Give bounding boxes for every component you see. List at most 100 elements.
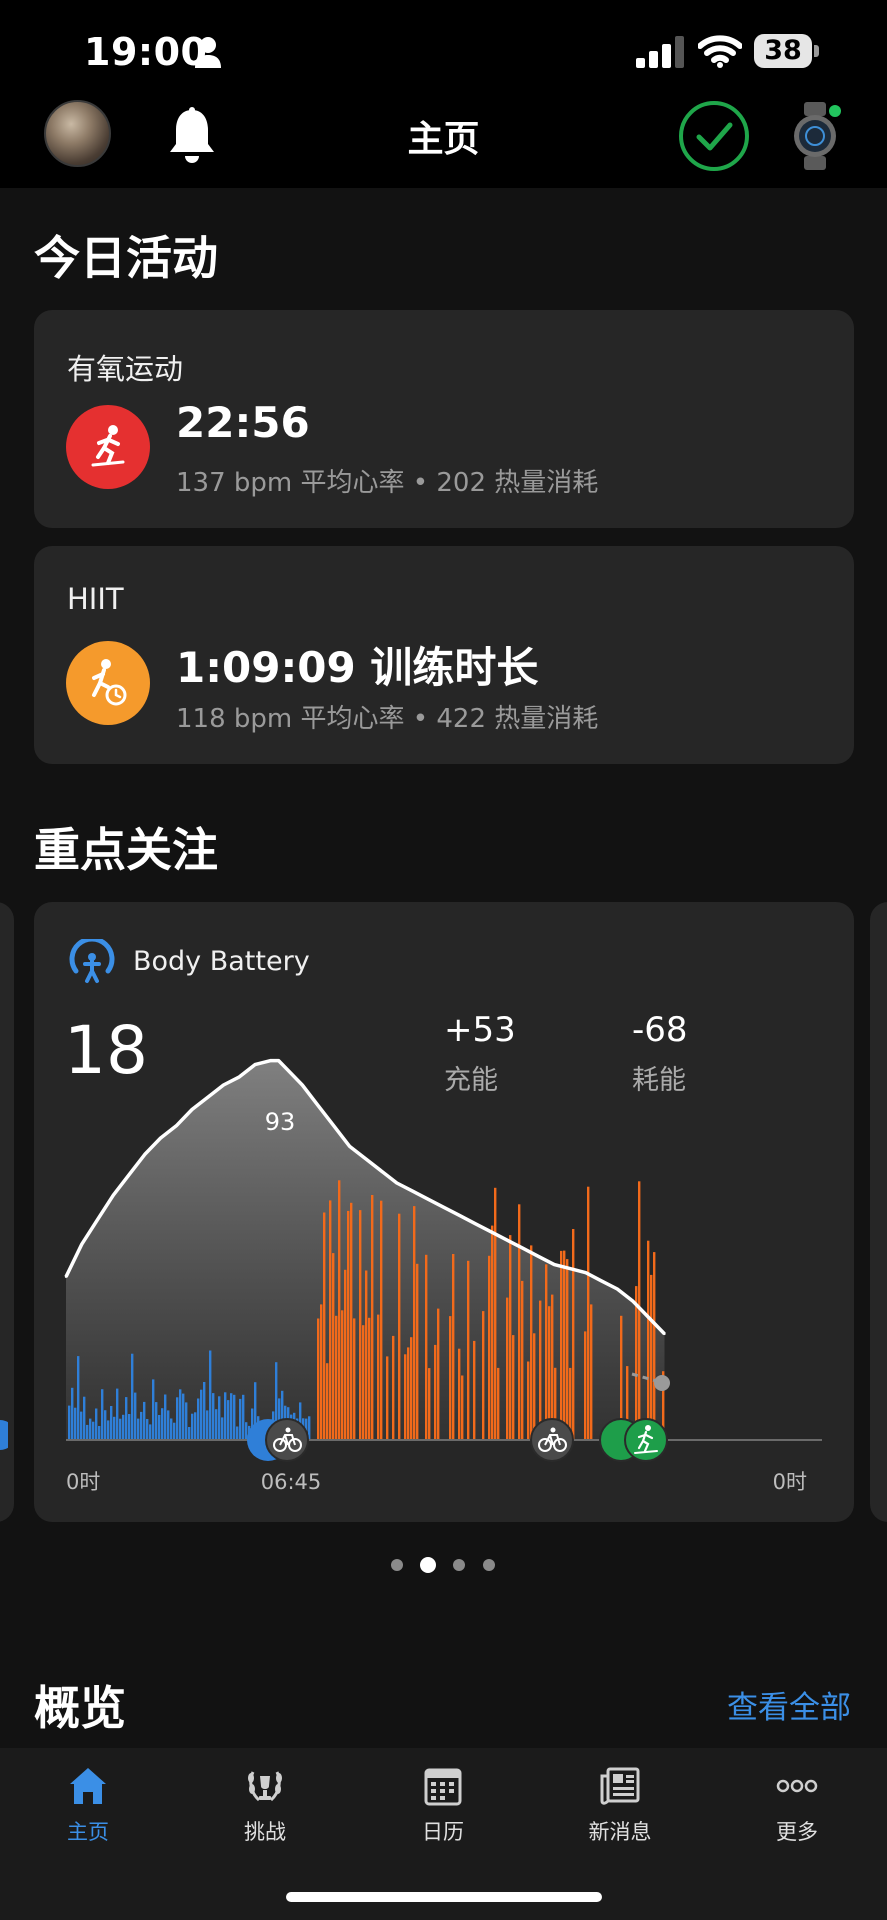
body-battery-chart: 93 0时 06:45 0时 [64, 1058, 822, 1494]
activity-card-cardio[interactable]: 有氧运动 22:56 137 bpm 平均心率 • 202 热量消耗 [34, 310, 854, 528]
stress-bar [362, 1325, 365, 1440]
axis-marker-label: 06:45 [261, 1470, 322, 1494]
body-battery-point [442, 1206, 446, 1209]
stress-bar [332, 1253, 335, 1440]
body-battery-point [537, 1255, 540, 1258]
stress-bar [461, 1375, 464, 1440]
pager-dot-1[interactable] [391, 1559, 403, 1571]
view-all-link[interactable]: 查看全部 [727, 1682, 851, 1727]
stress-bar [344, 1269, 347, 1440]
stress-bar [368, 1317, 371, 1440]
pager-dot-4[interactable] [483, 1559, 495, 1571]
body-battery-point [505, 1238, 509, 1242]
stress-bar [119, 1418, 122, 1440]
body-battery-point [238, 1075, 241, 1079]
stress-bar [488, 1255, 491, 1440]
body-battery-point [80, 1243, 83, 1246]
nav-newsfeed[interactable]: 新消息 [565, 1764, 675, 1864]
stress-bar [416, 1263, 419, 1440]
person-icon [195, 37, 221, 68]
stress-bar [185, 1402, 188, 1440]
watch-device-icon[interactable] [790, 100, 842, 172]
body-battery-point [332, 1124, 335, 1127]
body-battery-point [663, 1332, 666, 1336]
nav-label: 新消息 [588, 1820, 652, 1844]
stress-bar [482, 1311, 485, 1440]
stress-bar [329, 1200, 332, 1440]
stress-bar [110, 1406, 113, 1440]
stress-bar [95, 1408, 98, 1440]
stress-bar [527, 1361, 530, 1440]
activity-stats: 137 bpm 平均心率 • 202 热量消耗 [176, 468, 599, 498]
stress-bar [413, 1206, 416, 1440]
stress-bar [326, 1363, 329, 1440]
stress-bar [107, 1420, 110, 1440]
stress-bar [224, 1392, 227, 1440]
stress-bar [227, 1400, 230, 1440]
stress-bar [452, 1254, 455, 1440]
treadmill-runner-icon [66, 405, 150, 489]
stress-bar [176, 1397, 179, 1440]
today-activities-title: 今日活动 [34, 231, 218, 285]
stress-bar [530, 1245, 533, 1440]
body-battery-point [616, 1287, 619, 1291]
body-battery-point [316, 1104, 320, 1107]
stress-bar [449, 1316, 452, 1440]
body-battery-point [647, 1316, 650, 1319]
stress-bar [113, 1416, 116, 1440]
body-battery-point [190, 1108, 194, 1111]
battery-icon: 38 [754, 34, 820, 70]
stress-bar [209, 1350, 212, 1440]
activity-name: 有氧运动 [67, 352, 184, 386]
stress-bar [380, 1200, 383, 1440]
stress-bar [572, 1229, 575, 1440]
stress-bar [473, 1340, 476, 1440]
stress-bar [404, 1354, 407, 1440]
stress-bar [143, 1401, 146, 1440]
stress-bar [80, 1411, 83, 1440]
activity-marker-cycling[interactable] [247, 1418, 309, 1462]
wifi-icon [698, 35, 742, 68]
stress-bar [650, 1274, 653, 1440]
stress-bar [584, 1331, 587, 1440]
stress-bar [566, 1259, 569, 1440]
nav-label: 更多 [776, 1820, 818, 1844]
body-battery-point [490, 1230, 493, 1234]
stress-bar [428, 1368, 431, 1440]
focus-title: 重点关注 [34, 823, 218, 877]
peak-label: 93 [265, 1108, 296, 1136]
nav-calendar[interactable]: 日历 [388, 1764, 498, 1864]
stress-bar [77, 1356, 80, 1440]
stress-bar [71, 1387, 74, 1440]
projection-point [654, 1375, 670, 1391]
stress-bar [587, 1186, 590, 1440]
next-focus-card[interactable] [870, 902, 887, 1522]
activity-marker-cycling-2[interactable] [530, 1418, 574, 1462]
stress-bar [635, 1286, 638, 1440]
sync-check-icon[interactable] [678, 100, 750, 172]
activity-card-hiit[interactable]: HIIT 1:09:09 训练时长 118 bpm 平均心率 • 422 热量消… [34, 546, 854, 764]
nav-challenges[interactable]: 挑战 [210, 1764, 320, 1864]
pager-dot-2[interactable] [420, 1557, 436, 1573]
stress-bar [236, 1426, 239, 1440]
previous-card-marker [0, 1420, 8, 1450]
stress-bar [494, 1187, 497, 1440]
stress-bar [104, 1410, 107, 1440]
nav-more[interactable]: 更多 [742, 1764, 852, 1864]
body-battery-point [64, 1275, 68, 1278]
activity-marker-cardio[interactable] [599, 1418, 668, 1462]
stress-bar [407, 1347, 410, 1440]
body-battery-point [600, 1279, 603, 1283]
stress-bar [68, 1405, 71, 1440]
stress-bar [179, 1389, 182, 1440]
body-battery-point [143, 1153, 146, 1156]
body-battery-point [553, 1263, 556, 1266]
axis-end-label: 0时 [773, 1470, 807, 1494]
stress-bar [92, 1421, 95, 1440]
stress-bar [653, 1252, 656, 1440]
stress-bar [86, 1424, 89, 1440]
nav-home[interactable]: 主页 [33, 1764, 143, 1864]
body-battery-point [96, 1218, 99, 1221]
pager-dot-3[interactable] [453, 1559, 465, 1571]
stress-bar [203, 1382, 206, 1440]
